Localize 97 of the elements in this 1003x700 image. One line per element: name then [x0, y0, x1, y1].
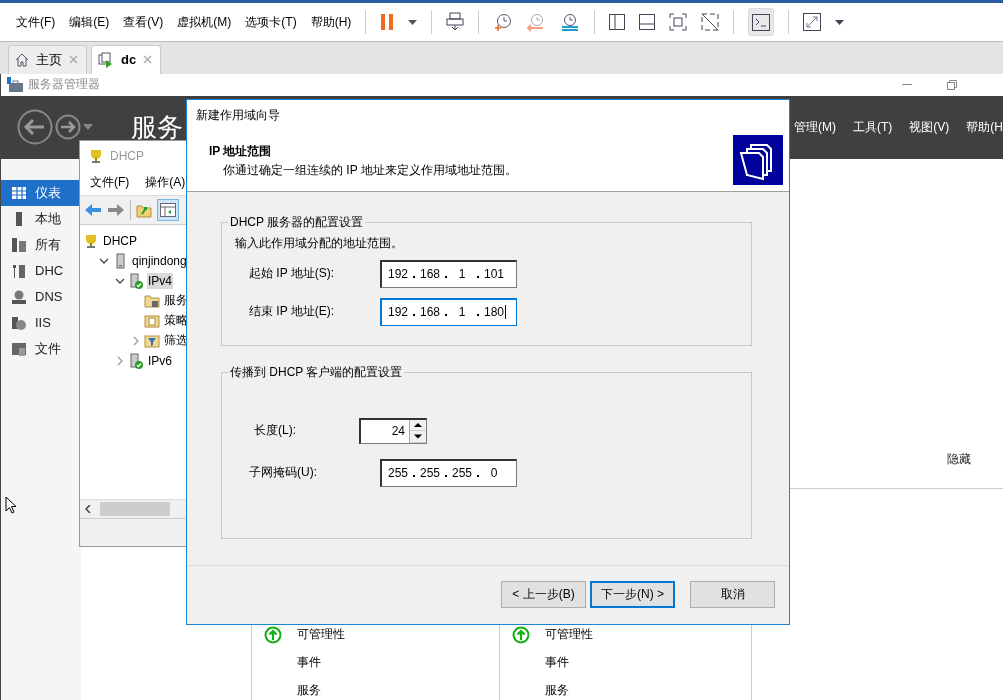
page-title: 服务: [131, 111, 183, 144]
tree-item[interactable]: IPv6: [147, 353, 173, 369]
instruction-text: 输入此作用域分配的地址范围。: [234, 235, 404, 252]
unity-off-icon[interactable]: [701, 13, 720, 32]
group-title: 传播到 DHCP 客户端的配置设置: [229, 364, 404, 381]
nav-item[interactable]: DNS: [1, 284, 81, 310]
menu-item[interactable]: 选项卡(T): [245, 13, 297, 31]
mouse-pointer-icon: [5, 496, 17, 514]
chevron-down-icon[interactable]: [99, 256, 109, 266]
home-icon: [15, 53, 29, 67]
snapshot-icon[interactable]: [493, 12, 513, 32]
panel-layout-icon[interactable]: [639, 14, 656, 31]
tree-item[interactable]: IPv4: [147, 273, 173, 289]
window-title: 服务器管理器: [28, 76, 100, 94]
nav-item[interactable]: 文件: [1, 336, 81, 362]
folders-icon: [733, 135, 783, 185]
step-description: 你通过确定一组连续的 IP 地址来定义作用域地址范围。: [222, 162, 518, 179]
step-title: IP 地址范围: [209, 143, 273, 160]
next-button[interactable]: 下一步(N) >: [590, 581, 675, 609]
group-title: DHCP 服务器的配置设置: [229, 214, 365, 231]
nav-item[interactable]: 所有: [1, 232, 81, 258]
tile-item[interactable]: 事件: [297, 654, 321, 672]
menu-item[interactable]: 操作(A): [145, 174, 186, 192]
ip-address-field[interactable]: 192 168 1 180: [380, 298, 517, 326]
menu-item[interactable]: 虚拟机(M): [177, 13, 232, 31]
field-label: 起始 IP 地址(S):: [249, 265, 336, 283]
minimize-icon[interactable]: [902, 84, 912, 86]
dialog-title: 新建作用域向导: [187, 100, 789, 131]
tree-item[interactable]: 策略: [163, 311, 189, 331]
ip-address-field[interactable]: 192 168 1 101: [380, 260, 517, 288]
tools-icon: [11, 263, 27, 279]
fullscreen-icon[interactable]: [669, 13, 688, 32]
menu-item[interactable]: 帮助(H): [310, 13, 352, 31]
console-button[interactable]: [748, 8, 775, 37]
field-label: 结束 IP 地址(E):: [249, 303, 336, 321]
tab[interactable]: 主页: [8, 45, 87, 74]
back-arrow-icon[interactable]: [84, 203, 102, 217]
trophy-icon: [88, 148, 104, 164]
nav-item[interactable]: IIS: [1, 310, 81, 336]
vm-icon: [98, 52, 114, 68]
trophy-icon: [83, 233, 99, 249]
menu-item[interactable]: 管理(M): [794, 119, 836, 136]
forward-icon[interactable]: [55, 114, 81, 141]
window-title: DHCP: [110, 149, 144, 163]
menu-item[interactable]: 视图(V): [909, 119, 950, 136]
number-spinner[interactable]: 24: [359, 418, 427, 444]
folder-icon: [144, 293, 160, 309]
scroll-left-icon[interactable]: [84, 505, 92, 513]
pause-icon[interactable]: [380, 13, 395, 32]
menu-item[interactable]: 文件(F): [16, 13, 56, 31]
sidebar-layout-icon[interactable]: [609, 14, 626, 31]
cancel-button[interactable]: 取消: [690, 581, 775, 609]
nav-item[interactable]: 仪表: [1, 180, 81, 206]
menu-item[interactable]: 编辑(E): [69, 13, 110, 31]
grid-icon: [11, 185, 27, 201]
folder-icon: [11, 341, 27, 357]
menu-item[interactable]: 帮助(H: [966, 119, 1003, 136]
back-icon[interactable]: [17, 109, 53, 146]
caret-icon[interactable]: [835, 19, 845, 25]
folder-icon: [144, 313, 160, 329]
server-check-icon: [128, 273, 144, 289]
tree-item[interactable]: qinjindong: [131, 253, 188, 269]
nav-item[interactable]: DHC: [1, 258, 81, 284]
tree-item[interactable]: DHCP: [102, 233, 138, 249]
server-check-icon: [128, 353, 144, 369]
console-tree-button[interactable]: [157, 199, 179, 221]
folder-up-icon[interactable]: [136, 202, 152, 218]
tile-item[interactable]: 服务: [545, 682, 569, 700]
servers-icon: [11, 237, 27, 253]
back-button[interactable]: < 上一步(B): [501, 581, 586, 609]
menu-item[interactable]: 文件(F): [90, 174, 130, 192]
tab[interactable]: dc: [91, 45, 162, 74]
caret-icon[interactable]: [408, 19, 418, 25]
tile-item[interactable]: 服务: [297, 682, 321, 700]
tile-item[interactable]: 可管理性: [297, 626, 345, 644]
field-label: 子网掩码(U):: [249, 464, 318, 482]
snapshot-manager-icon[interactable]: [560, 12, 581, 32]
stretch-icon[interactable]: [803, 13, 822, 32]
restore-icon[interactable]: [947, 80, 957, 90]
tree-item[interactable]: 服务: [163, 291, 189, 311]
forward-arrow-icon[interactable]: [107, 203, 125, 217]
menu-item[interactable]: 查看(V): [123, 13, 164, 31]
filter-icon: [144, 333, 160, 349]
menu-item[interactable]: 工具(T): [853, 119, 893, 136]
close-icon[interactable]: [143, 55, 153, 65]
close-icon[interactable]: [69, 55, 78, 65]
tile-item[interactable]: 事件: [545, 654, 569, 672]
nav-item[interactable]: 本地: [1, 206, 81, 232]
chevron-right-icon[interactable]: [115, 356, 125, 366]
send-keys-icon[interactable]: [446, 12, 465, 33]
chevron-right-icon[interactable]: [131, 336, 141, 346]
chevron-down-icon[interactable]: [115, 276, 125, 286]
server-manager-icon: [7, 77, 23, 93]
field-label: 长度(L):: [254, 422, 297, 440]
ip-address-field[interactable]: 255 255 255 0: [380, 459, 517, 487]
tile-item[interactable]: 可管理性: [545, 626, 593, 644]
hide-link[interactable]: 隐藏: [947, 451, 971, 468]
